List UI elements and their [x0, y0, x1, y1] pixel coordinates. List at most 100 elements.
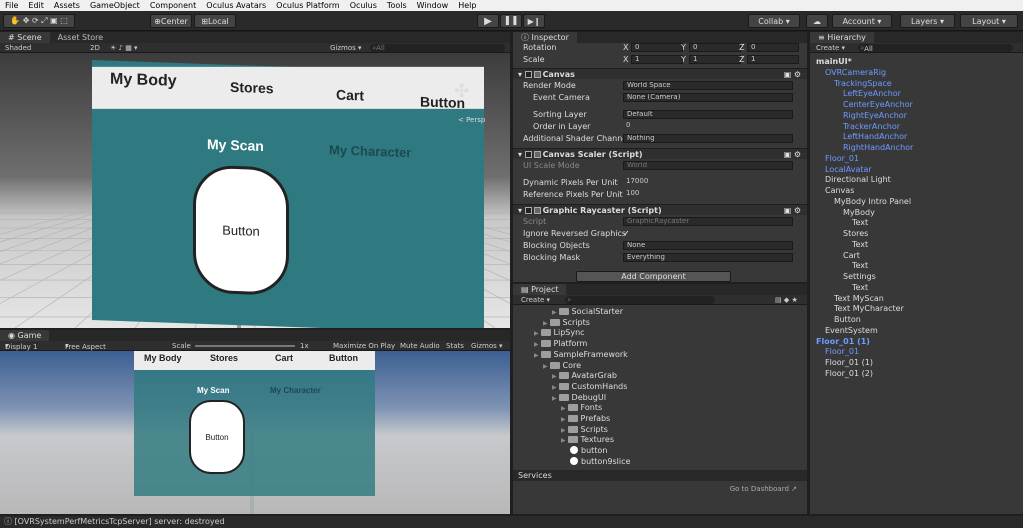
- hierarchy-item[interactable]: OVRCameraRig: [810, 67, 1023, 78]
- shader-dropdown[interactable]: Nothing: [623, 134, 793, 143]
- project-item[interactable]: button9slice: [513, 456, 807, 467]
- expand-arrow-icon[interactable]: ▶: [561, 405, 568, 412]
- play-button[interactable]: ▶: [477, 14, 499, 28]
- lighting-icon[interactable]: ☀ ♪ ▦ ▾: [110, 44, 138, 52]
- account-dropdown[interactable]: Account ▾: [832, 14, 892, 28]
- menu-item-window[interactable]: Window: [412, 1, 454, 10]
- menu-item-tools[interactable]: Tools: [382, 1, 412, 10]
- expand-arrow-icon[interactable]: ▶: [534, 341, 541, 348]
- project-item[interactable]: ▶ LipSync: [513, 327, 807, 338]
- scale-x-field[interactable]: 1: [631, 55, 683, 64]
- project-search-input[interactable]: ⌕: [565, 296, 715, 304]
- hierarchy-item[interactable]: mainUI*: [810, 56, 1023, 67]
- menu-item-file[interactable]: File: [0, 1, 23, 10]
- raycaster-header[interactable]: ▾ Graphic Raycaster (Script) ▣ ⚙: [513, 204, 807, 215]
- hierarchy-item[interactable]: Floor_01 (2): [810, 368, 1023, 379]
- hierarchy-item[interactable]: Text: [810, 239, 1023, 250]
- scale-z-field[interactable]: 1: [747, 55, 799, 64]
- menu-item-help[interactable]: Help: [453, 1, 481, 10]
- collab-button[interactable]: Collab ▾: [748, 14, 800, 28]
- hierarchy-item[interactable]: TrackingSpace: [810, 78, 1023, 89]
- project-item[interactable]: ▶ AvatarGrab: [513, 370, 807, 381]
- expand-arrow-icon[interactable]: ▶: [561, 427, 568, 434]
- dynamic-field[interactable]: 17000: [623, 178, 793, 187]
- order-field[interactable]: 0: [623, 122, 793, 131]
- stats-toggle[interactable]: Stats: [446, 342, 464, 350]
- expand-arrow-icon[interactable]: ▶: [534, 330, 541, 337]
- nav-cart[interactable]: Cart: [336, 87, 364, 104]
- hierarchy-item[interactable]: Stores: [810, 228, 1023, 239]
- expand-arrow-icon[interactable]: ▶: [552, 373, 559, 380]
- tab-asset-store[interactable]: Asset Store: [50, 32, 112, 43]
- scene-viewport[interactable]: My Body Stores Cart Button My Scan My Ch…: [0, 53, 510, 328]
- project-item[interactable]: ▶ SampleFramework: [513, 349, 807, 360]
- hierarchy-item[interactable]: Text: [810, 282, 1023, 293]
- menu-item-component[interactable]: Component: [145, 1, 201, 10]
- event-camera-field[interactable]: None (Camera): [623, 93, 793, 102]
- expand-arrow-icon[interactable]: ▶: [552, 395, 559, 402]
- game-nav-cart[interactable]: Cart: [275, 353, 293, 363]
- project-create-dropdown[interactable]: Create ▾: [521, 296, 550, 304]
- scale-slider[interactable]: [195, 345, 295, 347]
- rotation-z-field[interactable]: 0: [747, 43, 799, 52]
- cloud-icon[interactable]: ☁: [806, 14, 828, 28]
- rotation-x-field[interactable]: 0: [631, 43, 683, 52]
- menu-item-oculus-avatars[interactable]: Oculus Avatars: [201, 1, 271, 10]
- pivot-center-button[interactable]: ⊕ Center: [150, 14, 192, 28]
- tab-hierarchy[interactable]: ≡ Hierarchy: [810, 32, 874, 43]
- sorting-layer-dropdown[interactable]: Default: [623, 110, 793, 119]
- hierarchy-item[interactable]: Cart: [810, 250, 1023, 261]
- project-item[interactable]: ▶ Platform: [513, 338, 807, 349]
- hierarchy-item[interactable]: LeftHandAnchor: [810, 131, 1023, 142]
- hierarchy-item[interactable]: MyBody Intro Panel: [810, 196, 1023, 207]
- mute-toggle[interactable]: Mute Audio: [400, 342, 440, 350]
- go-to-dashboard-link[interactable]: Go to Dashboard ↗: [730, 485, 797, 493]
- game-gizmos-dropdown[interactable]: Gizmos ▾: [471, 342, 503, 350]
- menu-item-oculus[interactable]: Oculus: [345, 1, 382, 10]
- hierarchy-item[interactable]: MyBody: [810, 207, 1023, 218]
- game-canvas-panel[interactable]: My Body Stores Cart Button My Scan My Ch…: [134, 351, 375, 496]
- ignore-checkbox[interactable]: ✓: [623, 228, 630, 239]
- hierarchy-item[interactable]: TrackerAnchor: [810, 121, 1023, 132]
- project-item[interactable]: ▶ Scripts: [513, 317, 807, 328]
- hierarchy-item[interactable]: Settings: [810, 271, 1023, 282]
- hierarchy-item[interactable]: LeftEyeAnchor: [810, 88, 1023, 99]
- hierarchy-item[interactable]: LocalAvatar: [810, 164, 1023, 175]
- game-viewport[interactable]: My Body Stores Cart Button My Scan My Ch…: [0, 351, 510, 514]
- transform-tools[interactable]: ✋ ✥ ⟳ ⤢ ▣ ⬚: [3, 14, 75, 28]
- layout-dropdown[interactable]: Layout ▾: [960, 14, 1018, 28]
- hierarchy-item[interactable]: RightEyeAnchor: [810, 110, 1023, 121]
- hierarchy-item[interactable]: Floor_01: [810, 153, 1023, 164]
- persp-label[interactable]: < Persp: [458, 116, 485, 124]
- rotation-y-field[interactable]: 0: [689, 43, 741, 52]
- project-item[interactable]: ▶ Scripts: [513, 424, 807, 435]
- project-item[interactable]: ▶ Prefabs: [513, 413, 807, 424]
- hierarchy-item[interactable]: Text: [810, 260, 1023, 271]
- expand-arrow-icon[interactable]: ▶: [543, 363, 550, 370]
- canvas-scaler-header[interactable]: ▾ Canvas Scaler (Script) ▣ ⚙: [513, 148, 807, 159]
- blocking-dropdown[interactable]: None: [623, 241, 793, 250]
- project-item[interactable]: ▶ DebugUI: [513, 392, 807, 403]
- services-tab[interactable]: Services: [513, 470, 807, 481]
- menu-item-oculus-platform[interactable]: Oculus Platform: [271, 1, 345, 10]
- center-button[interactable]: Button: [193, 164, 289, 296]
- menu-item-assets[interactable]: Assets: [49, 1, 85, 10]
- 2d-toggle[interactable]: 2D: [90, 44, 100, 52]
- game-nav-button[interactable]: Button: [329, 353, 358, 363]
- aspect-dropdown[interactable]: Free Aspect ▾: [65, 342, 106, 351]
- reference-field[interactable]: 100: [623, 190, 793, 199]
- filter-icons[interactable]: ▤ ◆ ★: [775, 296, 798, 304]
- hierarchy-item[interactable]: Text: [810, 217, 1023, 228]
- settings-icon[interactable]: ▣ ⚙: [784, 149, 801, 160]
- tab-project[interactable]: ▤ Project: [513, 284, 567, 295]
- mask-dropdown[interactable]: Everything: [623, 253, 793, 262]
- add-component-button[interactable]: Add Component: [576, 271, 731, 282]
- canvas-panel[interactable]: My Body Stores Cart Button My Scan My Ch…: [92, 60, 484, 328]
- render-mode-dropdown[interactable]: World Space: [623, 81, 793, 90]
- hierarchy-item[interactable]: Directional Light: [810, 174, 1023, 185]
- scene-search-input[interactable]: ⌕All: [370, 44, 505, 52]
- expand-arrow-icon[interactable]: ▶: [543, 320, 550, 327]
- hierarchy-item[interactable]: Floor_01: [810, 346, 1023, 357]
- hierarchy-item[interactable]: Text MyScan: [810, 293, 1023, 304]
- shading-mode-dropdown[interactable]: Shaded: [5, 44, 31, 52]
